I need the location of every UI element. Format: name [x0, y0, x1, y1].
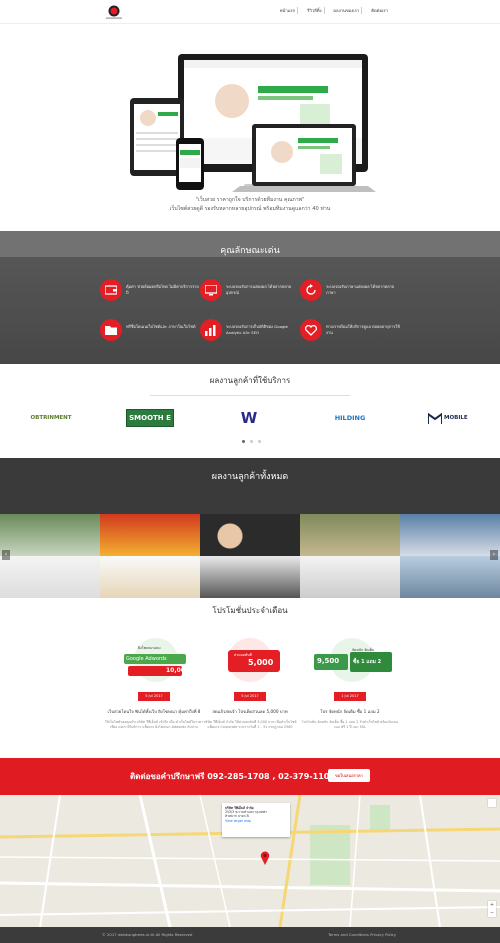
portfolio-thumb[interactable] [400, 514, 500, 556]
promo-body: ให้เว็บไซต์ของคุณรับ บริษัท วีพีเอ็มส์ เ… [104, 720, 204, 729]
clients-carousel-dots [242, 440, 261, 443]
promo-image-caption: ยิงโฆษณาแบบ [138, 646, 161, 650]
promo-image-caption: จัดหนัก จัดเต็ม [352, 648, 375, 652]
portfolio-thumb[interactable] [100, 556, 200, 598]
portfolio-thumb[interactable] [0, 556, 100, 598]
clients-title: ผลงานลูกค้าที่ใช้บริการ [209, 376, 291, 385]
heart-icon [300, 319, 322, 341]
promo-image-brand: ซื้อ 1 แถม 2 [353, 659, 382, 665]
promo-image: จัดหนัก จัดเต็ม 9,500 ซื้อ 1 แถม 2 [300, 636, 400, 686]
promo-title[interactable]: สดแล้วสดเจ้า โปรเด็ดส่วนลด 5,000 บาท [200, 708, 300, 715]
promo-title[interactable]: โปร จัดหนัก จัดเต็ม ซื้อ 1 แถม 2 [300, 708, 400, 715]
feature-text: ทางเราพร้อมให้บริการดูแล ตลอดอายุการใช้ง… [326, 324, 400, 335]
promotions-section: โปรโมชั่นประจำเดือน ยิงโฆษณาแบบ Google A… [0, 598, 500, 758]
fullscreen-icon[interactable] [488, 799, 496, 807]
features-title: คุณลักษณะเด่น [220, 246, 280, 256]
promo-date: 1 Jul 2017 [334, 692, 366, 701]
site-logo[interactable] [102, 4, 126, 20]
monitor-icon [200, 279, 222, 301]
features-section: คุณลักษณะเด่น คุ้มค่า ช่วยย้อมดหรือไทย ไ… [0, 231, 500, 364]
cta-text: ติดต่อขอคำปรึกษาฟรี 092-285-1708 , 02-37… [130, 772, 353, 781]
promo-image-price: 5,000 [248, 658, 274, 667]
portfolio-thumb[interactable] [400, 556, 500, 598]
feature-item: ระบบรองรับการเก็บสถิติของ Google Analyti… [200, 319, 300, 347]
portfolio-thumb[interactable] [100, 514, 200, 556]
client-logo[interactable]: W [236, 407, 262, 429]
feature-text: ระบบรองรับการแสดงผล ได้หลากหลายอุปกรณ์ [226, 284, 292, 295]
portfolio-title-bar [0, 458, 500, 514]
feature-text: ระบบรองรับภาษาแสดงผล ได้หลากหลายภาษา [326, 284, 395, 295]
promo-image: ยิงโฆษณาแบบ Google Adwords 10,000 [104, 636, 204, 686]
client-logo-text: MOBILE [444, 415, 468, 421]
zoom-control[interactable]: + − [488, 901, 496, 917]
map-larger-link[interactable]: View larger map [225, 819, 287, 823]
feature-text: ระบบรองรับการเก็บสถิติของ Google Analyti… [226, 324, 288, 335]
carousel-prev-icon[interactable]: ‹ [2, 550, 10, 560]
client-logo[interactable]: HILDING [324, 409, 376, 427]
portfolio-title: ผลงานลูกค้าทั้งหมด [211, 472, 289, 482]
feature-item: ฟรีชื่อโดเมนเว็บไซต์และ ภาษาในเว็บไซต์ [100, 319, 200, 347]
chart-icon [200, 319, 222, 341]
contact-cta-bar: ติดต่อขอคำปรึกษาฟรี 092-285-1708 , 02-37… [0, 758, 500, 795]
promo-image-brand: Google Adwords [126, 656, 167, 662]
client-logo[interactable]: OBTRINMENT [22, 409, 80, 427]
feature-text: ฟรีชื่อโดเมนเว็บไซต์และ ภาษาในเว็บไซต์ [126, 324, 196, 329]
feature-item: คุ้มค่า ช่วยย้อมดหรือไทย ไม่มีค่าบริการร… [100, 279, 200, 307]
devices-illustration [130, 54, 376, 192]
promo-date: 5 Jul 2017 [234, 692, 266, 701]
client-logo[interactable]: SMOOTH E [126, 409, 174, 427]
feature-item: ระบบรองรับภาษาแสดงผล ได้หลากหลายภาษา [300, 279, 400, 307]
promo-image-price: 9,500 [317, 657, 340, 665]
carousel-dot[interactable] [242, 440, 245, 443]
nav-item-portfolio[interactable]: ผลงานของเรา [332, 7, 363, 14]
map-info-card: บริษัท วีพีเอ็มส์ จำกัด 253/3 ซ.รามคำแหง… [222, 803, 290, 837]
feature-text: คุ้มค่า ช่วยย้อมดหรือไทย ไม่มีค่าบริการร… [126, 284, 199, 295]
site-header: หน้าแรก รีวิวลีทิ้ง ผลงานของเรา ติดต่อเร… [0, 0, 500, 24]
nav-item-reviews[interactable]: รีวิวลีทิ้ง [305, 7, 325, 14]
portfolio-thumb[interactable] [300, 556, 400, 598]
promo-image: ส่วนลดทันที 5,000 [200, 636, 300, 686]
client-logo[interactable]: MOBILE [428, 409, 476, 427]
carousel-next-icon[interactable]: › [490, 550, 498, 560]
feature-item: ทางเราพร้อมให้บริการดูแล ตลอดอายุการใช้ง… [300, 319, 400, 347]
portfolio-thumb[interactable] [0, 514, 100, 556]
nav-item-home[interactable]: หน้าแรก [278, 7, 299, 14]
location-map[interactable]: บริษัท วีพีเอ็มส์ จำกัด 253/3 ซ.รามคำแหง… [0, 795, 500, 927]
quote-request-button[interactable]: ขอใบเสนอราคา [328, 769, 370, 782]
portfolio-section: ผลงานลูกค้าทั้งหมด ‹ › [0, 458, 500, 598]
folder-icon [100, 319, 122, 341]
clients-divider [150, 395, 350, 396]
main-nav: หน้าแรก รีวิวลีทิ้ง ผลงานของเรา ติดต่อเร… [278, 7, 390, 14]
promo-body: บริษัท วีพีเอ็มส์ จำกัด ให้ส่วนลดทันที 5… [203, 720, 297, 729]
promo-image-price: 10,000 [166, 667, 190, 674]
mobile-logo-mark [428, 412, 442, 424]
nav-item-contact[interactable]: ติดต่อเรา [369, 7, 390, 14]
hero-tagline-line1: "เว็บสวย ราคาถูกใจ บริการด้วยทีมงาน คุณภ… [195, 197, 305, 203]
promo-title[interactable]: เว็บสวยโดนใจ ฟินได้ทั้งเว็บ ยิงโฆษณา คุ้… [104, 708, 204, 715]
hero-tagline: "เว็บสวย ราคาถูกใจ บริการด้วยทีมงาน คุณภ… [0, 196, 500, 214]
refresh-icon [300, 279, 322, 301]
map-pin-icon[interactable] [260, 851, 270, 865]
promo-date: 5 Jul 2017 [138, 692, 170, 701]
portfolio-thumb[interactable] [200, 556, 300, 598]
portfolio-thumb[interactable] [200, 514, 300, 556]
promotions-title: โปรโมชั่นประจำเดือน [212, 606, 288, 615]
promo-body: โปรโมชั่น จัดหนัก จัดเต็ม ซื้อ 1 แถม 2 ร… [301, 720, 399, 729]
feature-item: ระบบรองรับการแสดงผล ได้หลากหลายอุปกรณ์ [200, 279, 300, 307]
wallet-icon [100, 279, 122, 301]
footer-copyright: © 2017 webkungtrees.in.th All Rights Res… [102, 932, 193, 937]
site-footer: © 2017 webkungtrees.in.th All Rights Res… [0, 927, 500, 943]
hero-tagline-line2: เว็บไซต์สวยดูดี รองรับหลากหลายอุปกรณ์ พร… [169, 206, 331, 212]
portfolio-thumb[interactable] [300, 514, 400, 556]
carousel-dot[interactable] [258, 440, 261, 443]
footer-links[interactable]: Terms and Conditions Privacy Policy [328, 932, 396, 937]
carousel-dot[interactable] [250, 440, 253, 443]
clients-section: ผลงานลูกค้าที่ใช้บริการ OBTRINMENT SMOOT… [0, 364, 500, 458]
